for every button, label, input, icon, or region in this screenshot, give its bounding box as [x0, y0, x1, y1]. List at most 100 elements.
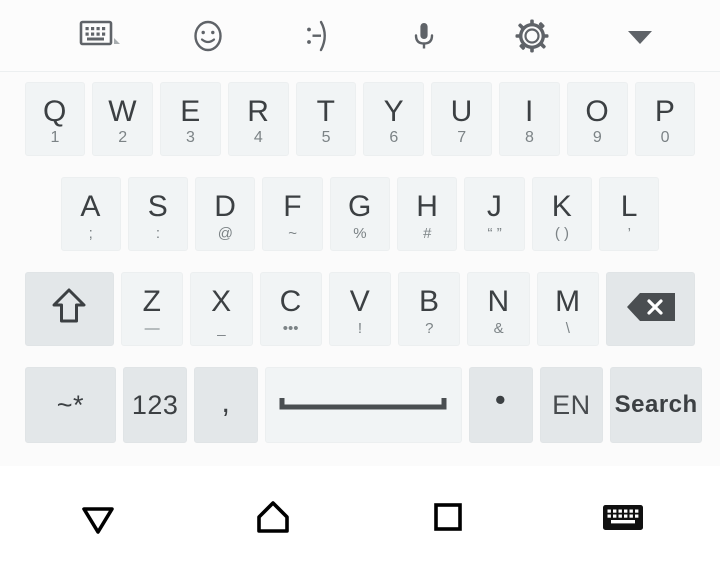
emoji-icon	[188, 16, 228, 56]
key-hint: _	[217, 320, 226, 337]
symbols-key[interactable]: ~*	[24, 367, 117, 443]
keyboard-row-4: ~* 123 , • EN Search	[0, 367, 720, 443]
nav-home-button[interactable]	[185, 466, 360, 567]
nav-keyboard-indicator-button[interactable]	[535, 466, 710, 567]
key-label: Q	[42, 95, 67, 128]
key-x[interactable]: X _	[190, 272, 253, 346]
search-action-key[interactable]: Search	[610, 367, 703, 443]
key-label: D	[214, 190, 237, 223]
key-label: 123	[131, 389, 179, 420]
key-m[interactable]: M \	[536, 272, 600, 346]
key-e[interactable]: E 3	[160, 82, 221, 156]
key-hint: \	[565, 320, 570, 337]
key-hint: ’	[627, 225, 631, 242]
microphone-icon	[404, 16, 444, 56]
key-a[interactable]: A ;	[60, 177, 121, 251]
key-l[interactable]: L ’	[599, 177, 660, 251]
key-t[interactable]: T 5	[295, 82, 357, 156]
key-k[interactable]: K ( )	[531, 177, 593, 251]
voice-input-button[interactable]	[370, 5, 478, 67]
key-hint: •••	[282, 320, 299, 337]
key-label: ,	[221, 383, 231, 419]
home-icon	[246, 490, 300, 544]
key-y[interactable]: Y 6	[363, 82, 425, 156]
key-hint: “ ”	[487, 225, 502, 242]
key-label: W	[108, 95, 138, 128]
key-j[interactable]: J “ ”	[464, 177, 525, 251]
nav-back-button[interactable]	[10, 466, 185, 567]
key-hint: 2	[118, 129, 128, 146]
key-label: E	[180, 95, 201, 128]
key-label: EN	[552, 389, 591, 420]
key-h[interactable]: H #	[397, 177, 458, 251]
key-c[interactable]: C •••	[259, 272, 322, 346]
keyboard-row-2: A ; S : D @ F ~ G % H # J “ ” K () L ’	[0, 177, 720, 251]
backspace-icon	[623, 289, 679, 330]
nav-recents-button[interactable]	[360, 466, 535, 567]
space-bar-icon	[278, 392, 448, 419]
space-key[interactable]	[264, 367, 462, 443]
key-label: N	[487, 285, 510, 318]
emoji-button[interactable]	[154, 5, 262, 67]
emoticon-button[interactable]	[262, 5, 370, 67]
keyboard-switch-icon	[78, 16, 122, 56]
key-label: M	[555, 285, 581, 318]
key-hint: 0	[660, 129, 670, 146]
key-label: H	[416, 190, 439, 223]
key-label: C	[279, 285, 302, 318]
key-hint: ?	[425, 320, 434, 337]
key-w[interactable]: W 2	[92, 82, 154, 156]
key-z[interactable]: Z —	[120, 272, 184, 346]
hide-toolbar-button[interactable]	[586, 5, 694, 67]
keyboard-switch-button[interactable]	[46, 5, 154, 67]
key-label: V	[349, 285, 371, 318]
key-b[interactable]: B ?	[398, 272, 461, 346]
settings-button[interactable]	[478, 5, 586, 67]
key-label: I	[525, 95, 534, 128]
key-o[interactable]: O 9	[566, 82, 628, 156]
key-label: Y	[383, 95, 405, 128]
key-label: X	[211, 285, 232, 318]
key-v[interactable]: V !	[328, 272, 392, 346]
comma-key[interactable]: ,	[194, 367, 258, 443]
key-hint: :	[155, 225, 161, 242]
language-key[interactable]: EN	[539, 367, 604, 443]
key-hint: 7	[457, 129, 467, 146]
key-q[interactable]: Q 1	[24, 82, 86, 156]
key-p[interactable]: P 0	[634, 82, 696, 156]
key-hint: %	[353, 225, 367, 242]
key-hint: @	[217, 225, 233, 242]
key-label: S	[147, 190, 169, 223]
key-s[interactable]: S :	[127, 177, 189, 251]
chevron-down-icon	[620, 21, 660, 51]
emoticon-icon	[296, 15, 336, 57]
key-hint: 6	[389, 129, 399, 146]
key-g[interactable]: G %	[329, 177, 391, 251]
keyboard-indicator-icon	[599, 499, 647, 535]
shift-key[interactable]	[24, 272, 114, 346]
key-hint: &	[493, 320, 504, 337]
period-key[interactable]: •	[468, 367, 533, 443]
key-n[interactable]: N &	[467, 272, 530, 346]
key-label: T	[316, 95, 336, 128]
numbers-key[interactable]: 123	[123, 367, 188, 443]
key-label: G	[348, 190, 372, 223]
keyboard-row-1: Q 1 W 2 E 3 R 4 T 5 Y 6 U 7 I 8 O 9 P 0	[0, 82, 720, 156]
key-label: B	[419, 285, 440, 318]
key-f[interactable]: F ~	[262, 177, 323, 251]
key-hint: !	[357, 320, 363, 337]
key-hint: ~	[288, 225, 298, 242]
key-hint: 5	[321, 129, 331, 146]
key-u[interactable]: U 7	[431, 82, 493, 156]
key-hint: 8	[525, 129, 534, 146]
key-label: J	[486, 190, 503, 223]
key-i[interactable]: I 8	[499, 82, 560, 156]
key-label: L	[620, 190, 638, 223]
backspace-key[interactable]	[606, 272, 696, 346]
key-label: Search	[614, 391, 698, 418]
key-d[interactable]: D @	[195, 177, 256, 251]
key-label: K	[551, 190, 573, 223]
key-label: O	[585, 95, 610, 128]
key-hint: 4	[253, 129, 263, 146]
key-r[interactable]: R 4	[227, 82, 289, 156]
